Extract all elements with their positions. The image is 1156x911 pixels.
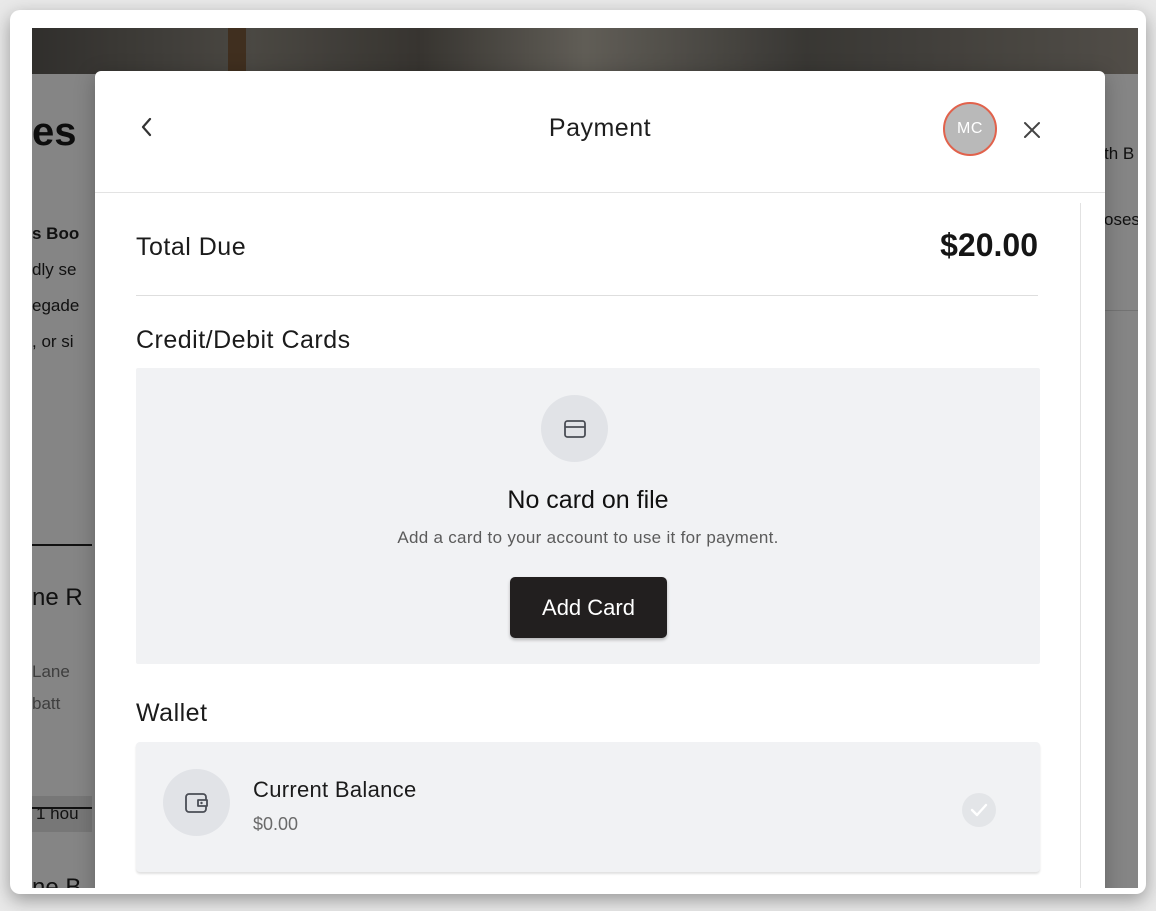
no-card-subtitle: Add a card to your account to use it for… — [397, 528, 779, 547]
credit-card-icon — [541, 395, 608, 462]
wallet-section-title: Wallet — [136, 699, 208, 727]
avatar-initials: MC — [957, 120, 983, 137]
modal-body[interactable]: Total Due $20.00 Credit/Debit Cards No c… — [95, 193, 1105, 888]
wallet-balance-value: $0.00 — [253, 814, 299, 834]
no-card-title: No card on file — [507, 486, 669, 514]
browser-viewport: es s Boo dly se egade , or si ne R Lane … — [32, 28, 1138, 888]
avatar[interactable]: MC — [943, 102, 997, 156]
wallet-balance-option[interactable]: Current Balance $0.00 — [136, 742, 1040, 872]
add-card-button[interactable]: Add Card — [510, 577, 667, 638]
scrollbar-track[interactable] — [1080, 203, 1081, 888]
close-icon — [1024, 122, 1040, 138]
total-due-amount: $20.00 — [940, 227, 1038, 263]
check-circle-icon[interactable] — [962, 793, 996, 827]
cards-section-title: Credit/Debit Cards — [136, 326, 351, 354]
total-due-label: Total Due — [136, 233, 247, 261]
modal-header: Payment MC — [95, 71, 1105, 193]
payment-modal: Payment MC Total Due $20.00 Credit/Debit… — [95, 71, 1105, 888]
no-card-panel: No card on file Add a card to your accou… — [136, 368, 1040, 664]
close-button[interactable] — [1019, 117, 1045, 143]
wallet-balance-label: Current Balance — [253, 777, 417, 802]
wallet-icon — [163, 769, 230, 836]
total-due-row: Total Due $20.00 — [136, 223, 1038, 296]
screenshot-frame: es s Boo dly se egade , or si ne R Lane … — [10, 10, 1146, 894]
